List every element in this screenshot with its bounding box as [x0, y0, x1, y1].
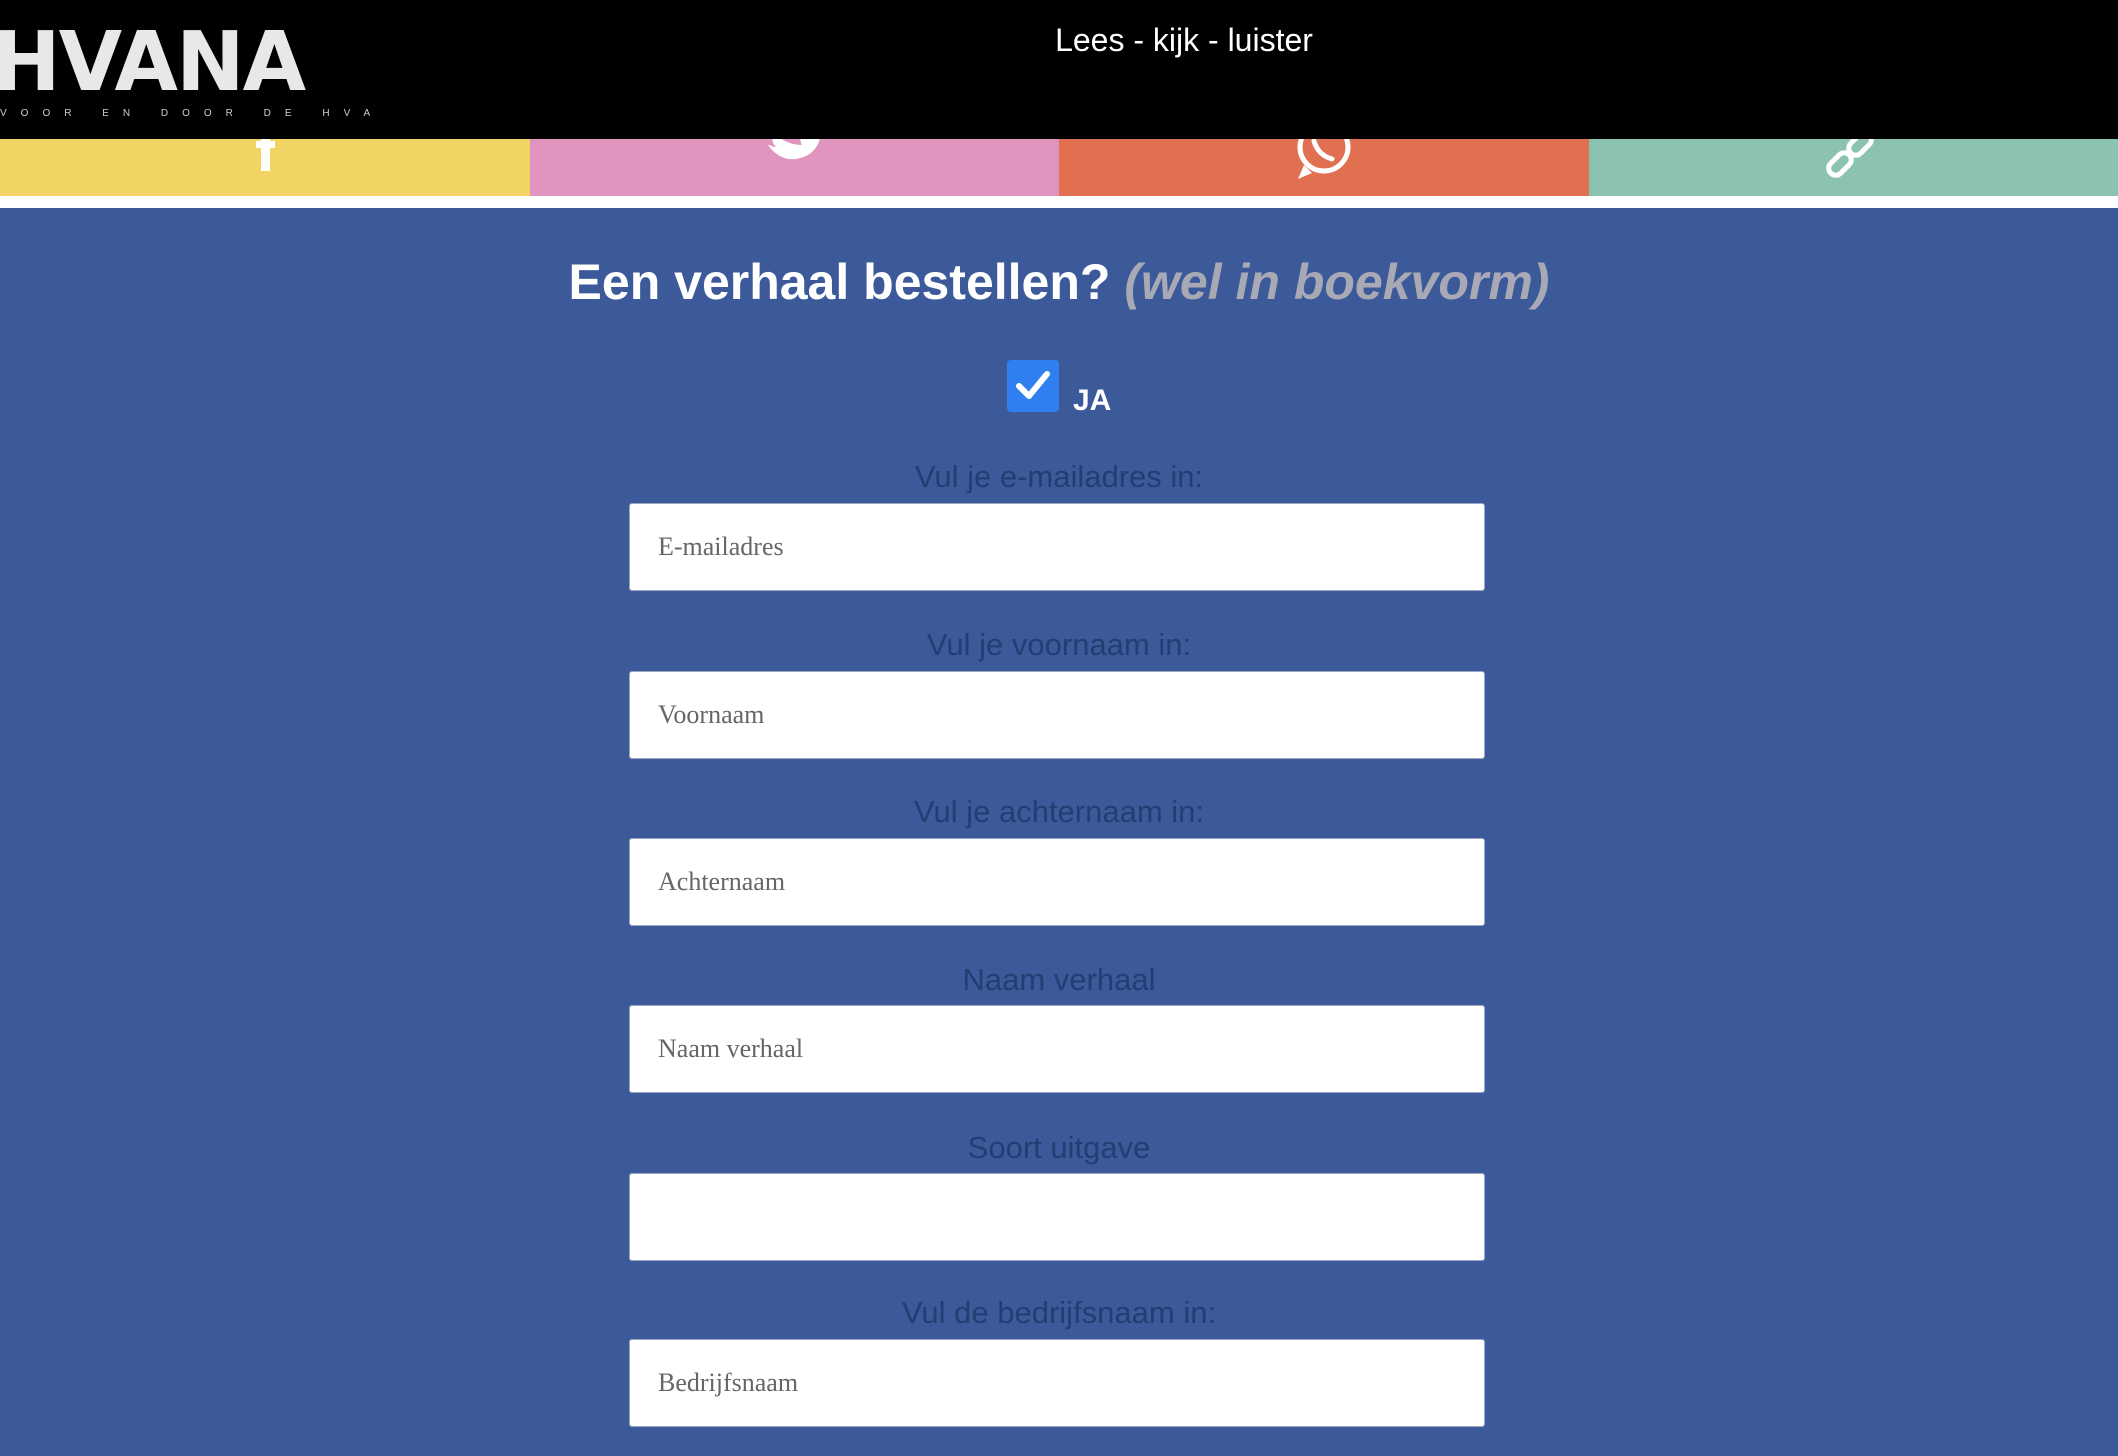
twitter-icon [768, 139, 820, 160]
checkmark-icon [1016, 371, 1050, 399]
site-tagline: Lees - kijk - luister [1055, 22, 1313, 58]
last-name-field[interactable] [629, 838, 1485, 926]
logo-subtitle: VOOR EN DOOR DE HVA [0, 108, 385, 119]
company-name-label: Vul de bedrijfsnaam in: [901, 1295, 1217, 1330]
facebook-share-button[interactable] [0, 139, 530, 196]
last-name-label: Vul je achternaam in: [913, 794, 1205, 829]
twitter-share-button[interactable] [529, 139, 1059, 196]
edition-type-field[interactable] [629, 1173, 1485, 1261]
top-navigation-bar: HVANA VOOR EN DOOR DE HVA Lees - kijk - … [0, 0, 2118, 139]
whatsapp-share-button[interactable] [1059, 139, 1589, 196]
order-checkbox-label: JA [1073, 384, 1112, 417]
first-name-label: Vul je voornaam in: [926, 627, 1192, 662]
form-title: Een verhaal bestellen? (wel in boekvorm) [0, 253, 2118, 311]
form-title-accent: (wel in boekvorm) [1124, 254, 1550, 310]
first-name-field[interactable] [629, 671, 1485, 759]
share-bar [0, 139, 2118, 196]
edition-type-label: Soort uitgave [967, 1130, 1151, 1165]
company-name-field[interactable] [629, 1339, 1485, 1427]
story-name-label: Naam verhaal [962, 962, 1156, 997]
email-field[interactable] [629, 503, 1485, 591]
divider [0, 196, 2118, 208]
link-share-button[interactable] [1588, 139, 2118, 196]
order-form: Een verhaal bestellen? (wel in boekvorm)… [0, 208, 2118, 1456]
order-checkbox[interactable] [1007, 360, 1059, 412]
story-name-field[interactable] [629, 1005, 1485, 1093]
whatsapp-icon [1297, 139, 1351, 179]
form-title-main: Een verhaal bestellen? [568, 254, 1111, 310]
facebook-icon [255, 139, 275, 171]
link-icon [1826, 139, 1874, 178]
email-label: Vul je e-mailadres in: [914, 459, 1204, 494]
order-confirm-row: JA [1007, 360, 1111, 417]
